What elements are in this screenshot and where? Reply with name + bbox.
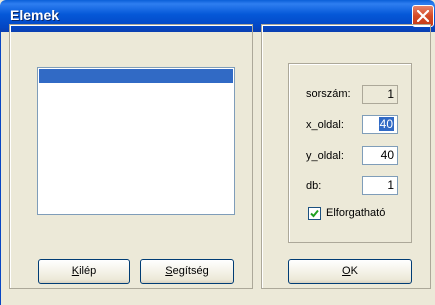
kilep-mnemonic: K: [71, 265, 80, 277]
ok-button[interactable]: OK: [288, 259, 412, 284]
elforgathato-label[interactable]: Elforgatható: [326, 207, 385, 219]
close-icon: [417, 10, 429, 22]
db-label: db:: [306, 180, 322, 192]
x-oldal-value: 40: [378, 117, 394, 131]
segitseg-button[interactable]: Segítség: [140, 259, 234, 284]
elements-listbox[interactable]: [37, 67, 235, 215]
y-oldal-label: y_oldal:: [306, 150, 344, 162]
kilep-label: ilép: [79, 265, 97, 277]
db-value: 1: [387, 178, 394, 192]
x-oldal-label: x_oldal:: [306, 119, 344, 131]
y-oldal-value: 40: [380, 148, 394, 162]
db-input[interactable]: 1: [362, 176, 398, 195]
sorszam-field: 1: [362, 85, 398, 104]
checkmark-icon: [310, 209, 319, 218]
x-oldal-input[interactable]: 40: [362, 115, 398, 134]
ok-mnemonic: O: [342, 265, 351, 277]
segitseg-label: egítség: [172, 265, 209, 277]
sorszam-value: 1: [387, 87, 394, 101]
kilep-button[interactable]: Kilép: [38, 259, 130, 284]
sorszam-label: sorszám:: [306, 88, 351, 100]
y-oldal-input[interactable]: 40: [362, 146, 398, 165]
elforgathato-checkbox[interactable]: [308, 207, 321, 220]
segitseg-mnemonic: S: [165, 265, 173, 277]
window-title: Elemek: [10, 7, 60, 23]
ok-label: K: [350, 265, 358, 277]
list-item-selected[interactable]: [39, 69, 233, 83]
